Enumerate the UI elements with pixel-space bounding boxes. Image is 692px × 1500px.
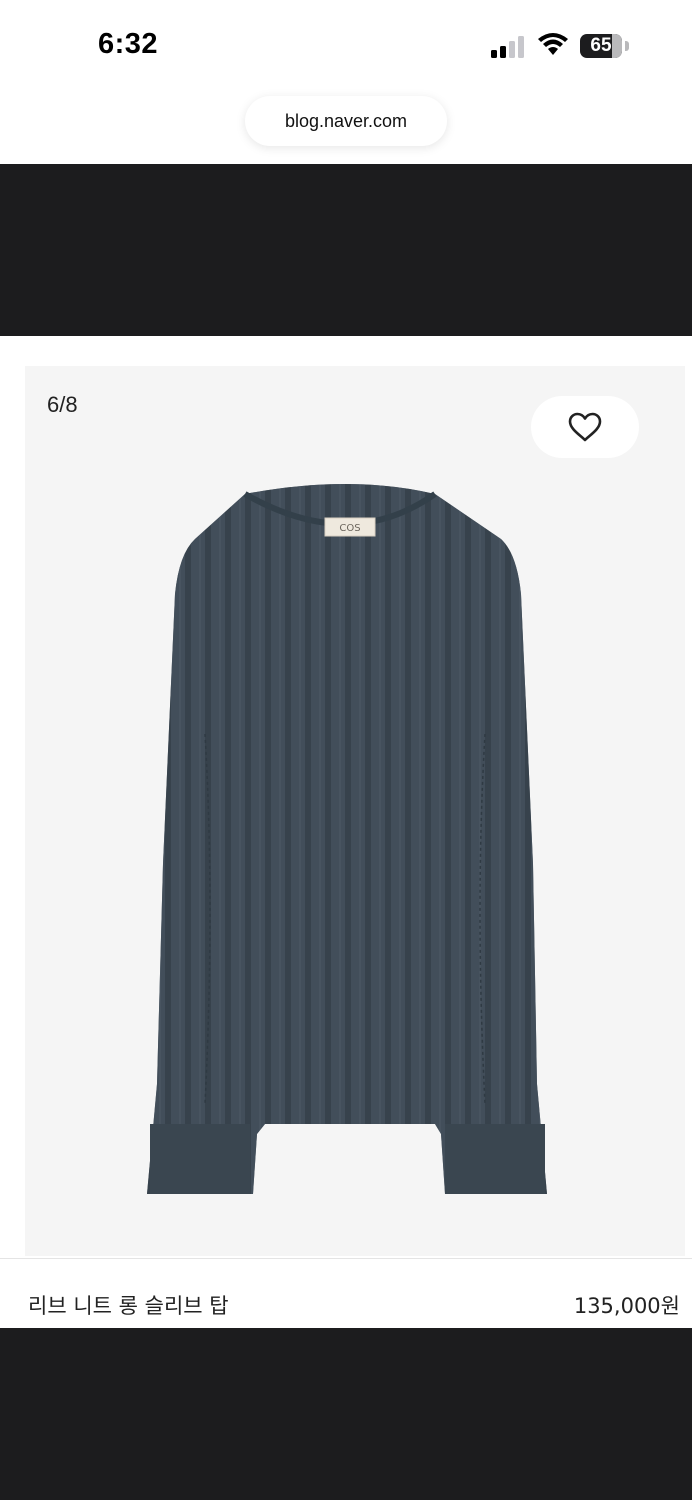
product-image-gallery[interactable]: 6/8 COS <box>25 366 685 1256</box>
label-tag-text: COS <box>339 523 360 534</box>
address-bar[interactable]: blog.naver.com <box>245 96 447 146</box>
product-price: 135,000원 <box>573 1294 680 1318</box>
wifi-icon <box>538 33 568 55</box>
bottom-dark-band <box>0 1328 692 1500</box>
like-button[interactable] <box>531 396 639 458</box>
top-dark-band <box>0 164 692 336</box>
product-name[interactable]: 리브 니트 롱 슬리브 탑 <box>28 1290 229 1320</box>
image-counter: 6/8 <box>47 392 78 417</box>
divider <box>0 1258 692 1259</box>
battery-level: 65 <box>590 35 612 56</box>
browser-toolbar: blog.naver.com <box>0 90 692 164</box>
battery-nub <box>625 41 629 51</box>
battery-icon: 65 <box>580 34 622 58</box>
heart-outline-icon <box>568 412 602 442</box>
status-bar: 6:32 65 <box>0 0 692 90</box>
product-image-sweater: COS <box>147 484 547 1194</box>
cellular-signal-icon <box>491 36 524 58</box>
product-card: 6/8 COS 리브 니트 롱 슬리브 탑 135,000원 <box>0 336 692 1328</box>
status-time: 6:32 <box>98 28 159 60</box>
